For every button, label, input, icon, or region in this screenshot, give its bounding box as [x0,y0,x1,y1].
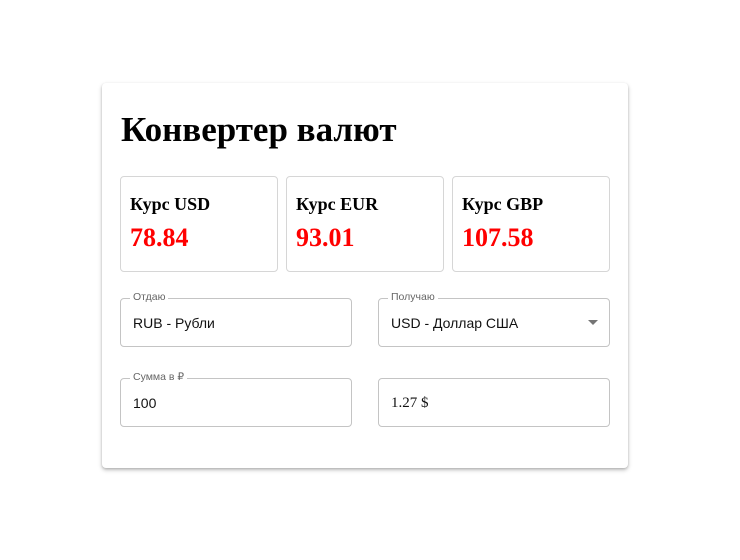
give-currency-value: RUB - Рубли [133,315,215,331]
receive-currency-value: USD - Доллар США [391,315,519,331]
amount-value[interactable]: 100 [133,395,156,411]
converter-card: Конвертер валют Курс USD 78.84 Курс EUR … [102,83,628,468]
amount-label: Сумма в ₽ [130,371,188,383]
receive-currency-select[interactable]: Получаю USD - Доллар США [378,291,610,347]
rate-value-usd: 78.84 [130,223,189,252]
rate-label-eur: Курс EUR [296,194,379,214]
give-currency-label: Отдаю [130,291,169,303]
rate-card-eur: Курс EUR 93.01 [286,176,444,272]
rate-label-gbp: Курс GBP [462,194,544,214]
receive-currency-label: Получаю [388,291,438,303]
caret-down-icon[interactable] [588,320,598,325]
amount-input[interactable]: Сумма в ₽ 100 [120,371,352,427]
rate-card-usd: Курс USD 78.84 [120,176,278,272]
give-currency-field[interactable]: Отдаю RUB - Рубли [120,291,352,347]
result-value: 1.27 $ [391,395,429,411]
rate-label-usd: Курс USD [130,194,211,214]
rate-value-gbp: 107.58 [462,223,534,252]
rate-card-gbp: Курс GBP 107.58 [452,176,610,272]
result-field: 1.27 $ [378,378,610,427]
rate-value-eur: 93.01 [296,223,355,252]
page-title: Конвертер валют [121,110,397,149]
